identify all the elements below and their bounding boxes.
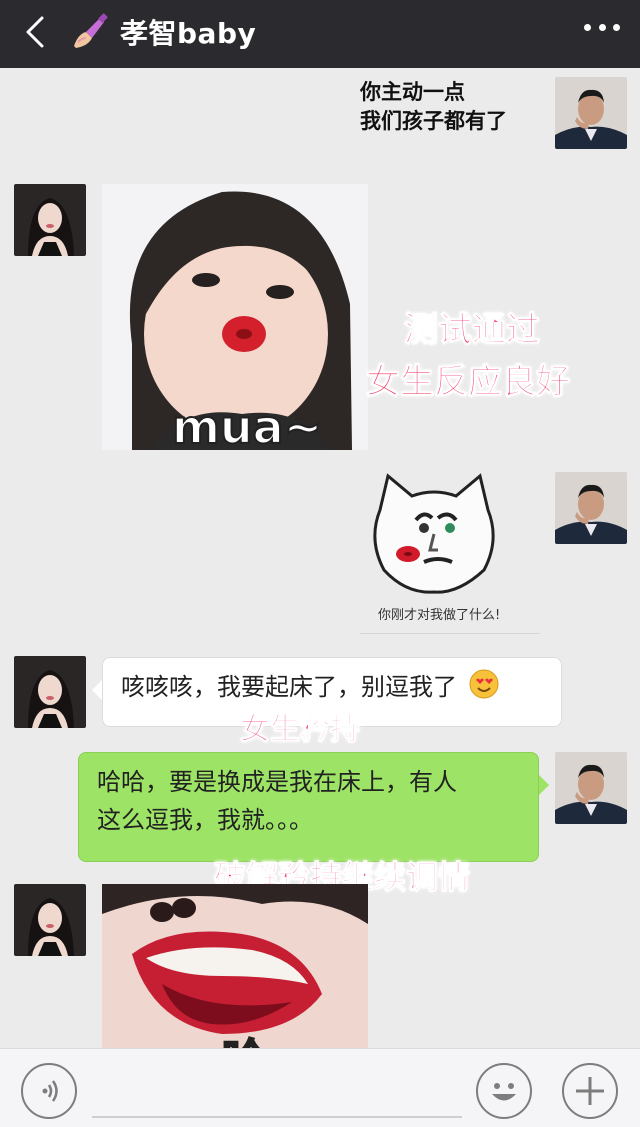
annotation-good-response: 女生反应良好 bbox=[366, 362, 571, 403]
emoji-button[interactable] bbox=[476, 1063, 532, 1119]
kiss-girl-sticker[interactable]: mua~ bbox=[102, 184, 368, 450]
voice-icon bbox=[42, 1080, 58, 1102]
cat-face-sticker[interactable] bbox=[366, 470, 502, 598]
message-line: 你主动一点 bbox=[360, 80, 465, 104]
chat-header: 孝智baby bbox=[0, 0, 640, 68]
heart-eyes-emoji-icon bbox=[469, 669, 499, 699]
more-options-icon[interactable] bbox=[584, 24, 620, 34]
sticker-text: 哈 bbox=[221, 1024, 267, 1048]
back-arrow-icon[interactable] bbox=[18, 12, 54, 52]
sticker-caption: 你刚才对我做了什么! bbox=[378, 608, 501, 623]
emoji-icon bbox=[492, 1083, 516, 1101]
self-avatar[interactable] bbox=[555, 77, 627, 149]
message-input[interactable] bbox=[92, 1116, 462, 1118]
message-text: 咳咳咳，我要起床了，别逗我了 bbox=[121, 673, 457, 701]
message-line: 我们孩子都有了 bbox=[360, 109, 507, 133]
other-avatar[interactable] bbox=[14, 656, 86, 728]
divider bbox=[360, 633, 540, 634]
laughing-girl-sticker[interactable]: 哈 bbox=[102, 884, 368, 1048]
self-message-1: 你主动一点 我们孩子都有了 bbox=[360, 78, 507, 136]
annotation-test-passed: 测试通过 bbox=[404, 310, 541, 351]
other-avatar[interactable] bbox=[14, 884, 86, 956]
nail-polish-icon bbox=[74, 13, 108, 48]
other-avatar[interactable] bbox=[14, 184, 86, 256]
sticker-text: mua~ bbox=[171, 399, 323, 450]
chat-title: 孝智baby bbox=[120, 17, 257, 50]
voice-button[interactable] bbox=[21, 1063, 77, 1119]
more-functions-button[interactable] bbox=[562, 1063, 618, 1119]
plus-icon bbox=[576, 1077, 604, 1105]
message-line: 哈哈，要是换成是我在床上，有人 bbox=[97, 768, 457, 796]
chat-input-bar bbox=[0, 1048, 640, 1127]
outgoing-text-bubble[interactable]: 哈哈，要是换成是我在床上，有人 这么逗我，我就。。。 bbox=[78, 752, 549, 862]
self-avatar[interactable] bbox=[555, 752, 627, 824]
self-avatar[interactable] bbox=[555, 472, 627, 544]
annotation-girl-reserved: 女生矜持 bbox=[240, 712, 361, 748]
message-line: 这么逗我，我就。。。 bbox=[97, 806, 313, 834]
chat-title-group: 孝智baby bbox=[70, 10, 256, 54]
